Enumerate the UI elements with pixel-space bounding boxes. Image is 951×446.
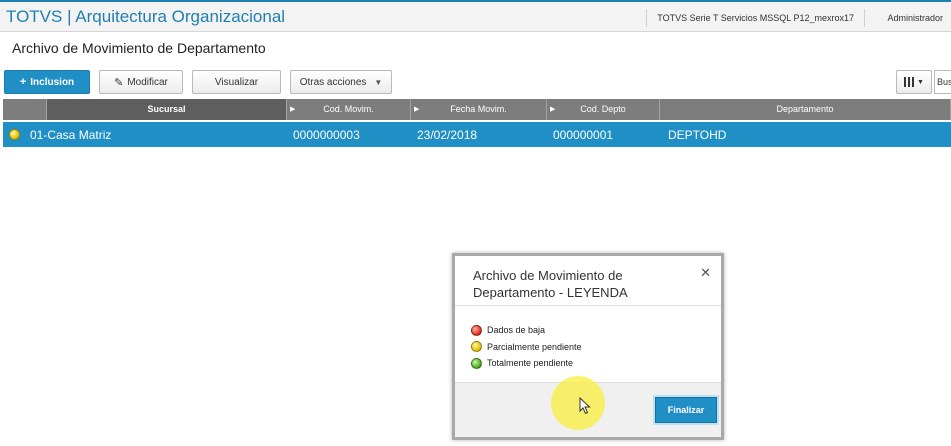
mouse-pointer-icon (579, 397, 591, 415)
inclusion-button[interactable]: + Inclusion (4, 70, 90, 94)
other-actions-dropdown[interactable]: Otras acciones ▼ (290, 70, 392, 94)
close-icon[interactable]: ✕ (700, 265, 711, 281)
modify-button[interactable]: ✎ Modificar (99, 70, 183, 94)
chevron-down-icon: ▼ (917, 78, 924, 86)
legend-label: Dados de baja (487, 325, 546, 335)
status-column-header[interactable] (3, 99, 47, 120)
cell-cod-movim: 0000000003 (293, 127, 360, 142)
app-title: TOTVS | Arquitectura Organizacional (6, 7, 286, 26)
inclusion-label: Inclusion (30, 76, 75, 88)
yellow-dot-icon (471, 341, 482, 352)
cell-sucursal: 01-Casa Matriz (30, 127, 112, 142)
cell-departamento: DEPTOHD (668, 127, 727, 142)
environment-label[interactable]: TOTVS Serie T Servicios MSSQL P12_mexrox… (646, 9, 865, 27)
column-header-cod-depto[interactable]: ▶ Cod. Depto (547, 99, 660, 120)
columns-icon (904, 77, 915, 87)
column-label: Fecha Movim. (450, 104, 507, 114)
plus-icon: + (19, 76, 27, 88)
user-name[interactable]: Administrador (887, 9, 943, 27)
column-header-sucursal[interactable]: Sucursal (47, 99, 287, 120)
red-dot-icon (471, 324, 482, 336)
cursor-highlight (551, 376, 605, 430)
page-title: Archivo de Movimiento de Departamento (12, 40, 266, 56)
legend-label: Parcialmente pendiente (487, 341, 582, 352)
column-label: Departamento (776, 104, 834, 114)
column-header-fecha-movim[interactable]: ▶ Fecha Movim. (411, 99, 547, 120)
dialog-title: Archivo de Movimiento de Departamento - … (473, 268, 628, 300)
other-actions-label: Otras acciones (299, 76, 367, 88)
caret-right-icon: ▶ (550, 106, 556, 113)
column-header-departamento[interactable]: Departamento (660, 99, 951, 120)
legend-item-red: Dados de baja (471, 322, 582, 338)
pencil-icon: ✎ (114, 76, 124, 89)
column-label: Cod. Movim. (323, 104, 374, 114)
finalize-button[interactable]: Finalizar (655, 397, 717, 423)
cell-cod-depto: 000000001 (553, 127, 614, 142)
view-button[interactable]: Visualizar (192, 70, 281, 94)
caret-right-icon: ▶ (290, 106, 296, 113)
column-header-cod-movim[interactable]: ▶ Cod. Movim. (287, 99, 411, 120)
status-yellow-icon (9, 129, 20, 140)
column-label: Cod. Depto (580, 104, 626, 114)
legend-item-green: Totalmente pendiente (471, 355, 582, 371)
cell-fecha-movim: 23/02/2018 (417, 127, 478, 142)
legend-item-yellow: Parcialmente pendiente (471, 339, 582, 355)
grid-header: Sucursal ▶ Cod. Movim. ▶ Fecha Movim. ▶ … (3, 99, 951, 120)
view-label: Visualizar (214, 76, 259, 88)
search-input[interactable]: Bus (934, 70, 951, 94)
green-dot-icon (471, 357, 482, 369)
legend-list: Dados de baja Parcialmente pendiente Tot… (471, 322, 582, 372)
top-bar: TOTVS | Arquitectura Organizacional TOTV… (0, 0, 951, 32)
legend-label: Totalmente pendiente (487, 358, 574, 368)
table-row[interactable]: 01-Casa Matriz 0000000003 23/02/2018 000… (3, 122, 951, 147)
modify-label: Modificar (127, 76, 168, 88)
column-label: Sucursal (147, 104, 186, 114)
dialog-header: Archivo de Movimiento de Departamento - … (455, 256, 721, 306)
caret-right-icon: ▶ (414, 106, 420, 113)
columns-toggle-button[interactable]: ▼ (896, 70, 932, 94)
chevron-down-icon: ▼ (374, 77, 383, 87)
